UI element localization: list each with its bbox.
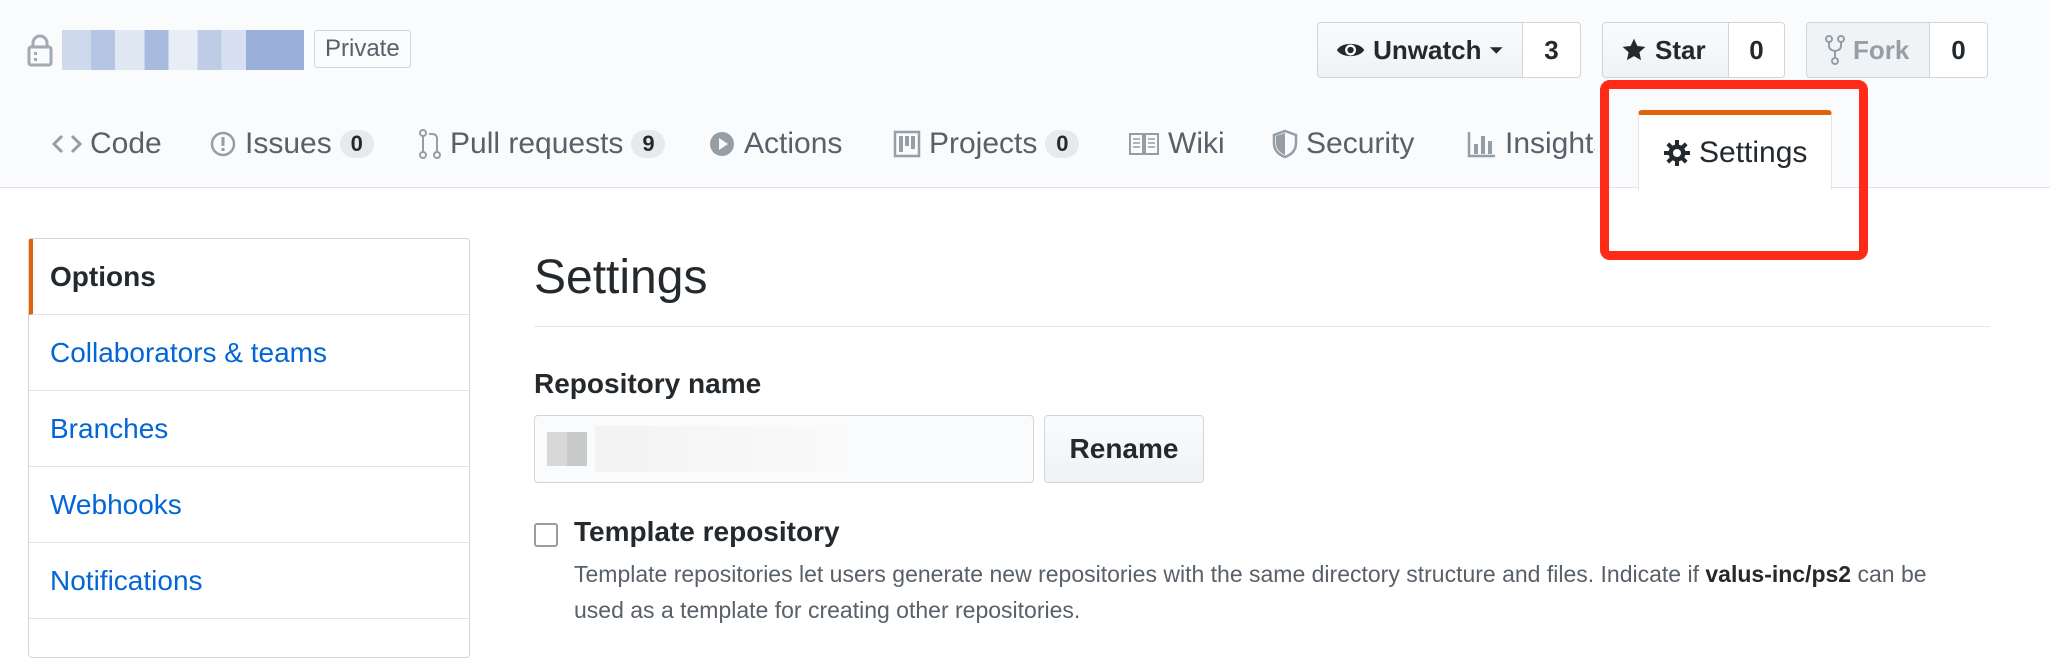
repository-name-label: Repository name (534, 368, 762, 399)
rename-button[interactable]: Rename (1044, 415, 1204, 483)
tab-pull-requests[interactable]: Pull requests 9 (418, 100, 666, 188)
repo-full-name: valus-inc/ps2 (1705, 561, 1852, 587)
issues-count: 0 (339, 130, 374, 158)
tab-label: Wiki (1168, 127, 1225, 160)
tab-issues[interactable]: Issues 0 (209, 100, 374, 188)
redacted-value (595, 426, 845, 472)
repo-name-redacted[interactable] (62, 30, 304, 70)
sidebar-item-options[interactable]: Options (29, 239, 469, 315)
star-button[interactable]: Star (1602, 22, 1729, 78)
shield-icon (1272, 129, 1298, 159)
settings-main: Settings Repository name Rename Template… (534, 238, 1990, 623)
template-repository-label[interactable]: Template repository (574, 516, 840, 548)
template-repository-checkbox[interactable] (534, 523, 558, 547)
fork-icon (1825, 35, 1845, 65)
redacted-value (547, 432, 587, 466)
watch-group: Unwatch 3 (1317, 22, 1581, 78)
forks-count[interactable]: 0 (1930, 22, 1988, 78)
tab-projects[interactable]: Projects 0 (893, 100, 1080, 188)
book-icon (1128, 132, 1160, 156)
template-repository-description: Template repositories let users generate… (574, 556, 1954, 628)
description-text: Template repositories let users generate… (574, 561, 1706, 587)
tab-code[interactable]: Code (52, 100, 162, 188)
lock-icon (26, 33, 54, 67)
pull-request-icon (418, 128, 442, 160)
pull-requests-count: 9 (631, 130, 666, 158)
private-badge: Private (314, 30, 411, 68)
star-group: Star 0 (1602, 22, 1785, 78)
repository-name-input[interactable] (534, 415, 1034, 483)
tab-actions[interactable]: Actions (708, 100, 842, 188)
star-icon (1622, 38, 1646, 61)
sidebar-item-branches[interactable]: Branches (29, 391, 469, 467)
sidebar-item-notifications[interactable]: Notifications (29, 543, 469, 619)
annotation-highlight-box (1600, 80, 1868, 260)
project-icon (893, 130, 921, 158)
tab-label: Projects (929, 127, 1038, 160)
fork-button[interactable]: Fork (1806, 22, 1930, 78)
unwatch-button[interactable]: Unwatch (1317, 22, 1523, 78)
issue-icon (209, 130, 237, 158)
graph-icon (1467, 130, 1497, 158)
code-icon (52, 133, 82, 155)
stargazers-count[interactable]: 0 (1729, 22, 1785, 78)
tab-insights[interactable]: Insights (1467, 100, 1595, 188)
projects-count: 0 (1045, 130, 1080, 158)
unwatch-label: Unwatch (1373, 34, 1482, 65)
tab-wiki[interactable]: Wiki (1128, 100, 1225, 188)
star-label: Star (1655, 34, 1706, 65)
caret-down-icon (1490, 47, 1504, 54)
play-icon (708, 130, 736, 158)
tab-label: Code (90, 127, 162, 160)
tab-label: Issues (245, 127, 332, 160)
tab-security[interactable]: Security (1272, 100, 1414, 188)
sidebar-item-collaborators[interactable]: Collaborators & teams (29, 315, 469, 391)
page-title: Settings (534, 238, 1990, 327)
fork-group: Fork 0 (1806, 22, 1988, 78)
settings-sidebar: Options Collaborators & teams Branches W… (28, 238, 470, 658)
watchers-count[interactable]: 3 (1523, 22, 1581, 78)
fork-label: Fork (1853, 34, 1910, 65)
tab-label: Pull requests (450, 127, 624, 160)
tab-label: Security (1306, 127, 1415, 160)
tab-label: Insights (1505, 127, 1595, 160)
eye-icon (1336, 43, 1365, 57)
tab-label: Actions (744, 127, 843, 160)
sidebar-item-webhooks[interactable]: Webhooks (29, 467, 469, 543)
